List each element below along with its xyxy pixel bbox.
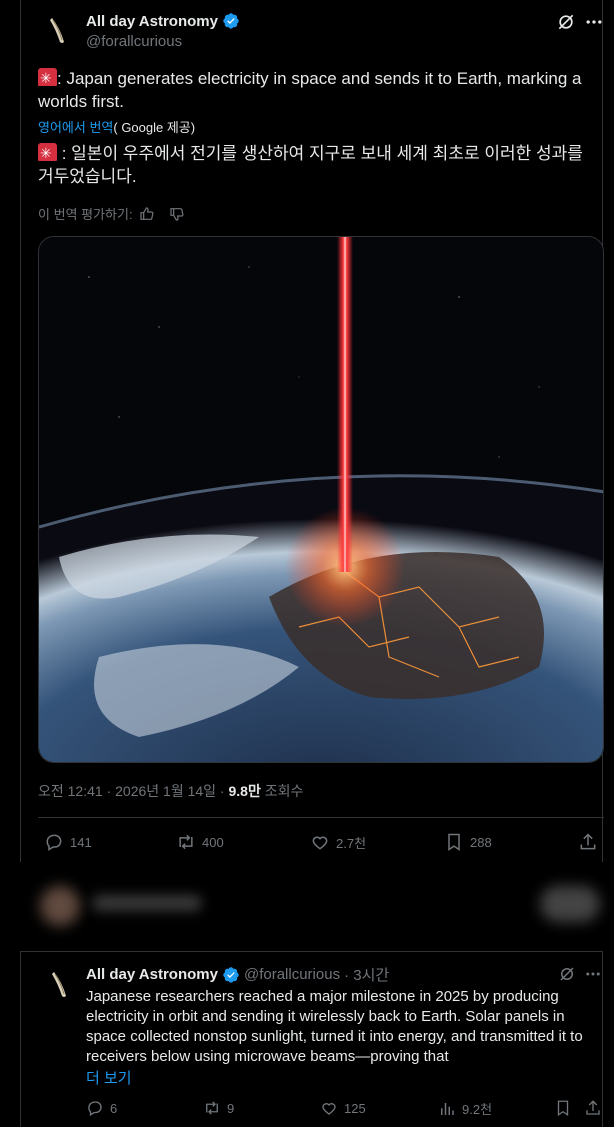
reply-retweet-button[interactable]: 9	[203, 1099, 234, 1117]
share-icon	[586, 1100, 600, 1115]
more-icon[interactable]	[584, 12, 604, 32]
share-icon	[580, 833, 596, 850]
bookmark-icon	[557, 1100, 569, 1117]
translation-source: 영어에서 번역( Google 제공)	[38, 120, 196, 135]
reply-icon	[46, 834, 62, 851]
siren-icon	[38, 67, 57, 90]
reply-reply-button[interactable]: 6	[86, 1099, 117, 1117]
reply-avatar[interactable]	[40, 964, 80, 1004]
bookmark-button[interactable]: 288	[444, 832, 492, 852]
rate-translation: 이 번역 평가하기:	[38, 204, 185, 223]
view-count: 9.8만	[228, 783, 261, 799]
like-icon	[322, 1103, 336, 1115]
translated-from-link[interactable]: 영어에서 번역	[38, 120, 113, 135]
reply-text: Japanese researchers reached a major mil…	[86, 988, 583, 1065]
reply-time[interactable]: · 3시간	[344, 964, 389, 985]
retweet-button[interactable]: 400	[176, 832, 224, 852]
tweet-image[interactable]	[38, 236, 604, 763]
reply-views-button[interactable]: 9.2천	[438, 1099, 492, 1118]
author-row: All day Astronomy	[86, 12, 240, 30]
retweet-icon	[179, 834, 193, 850]
views-icon	[441, 1102, 454, 1115]
reply-button[interactable]: 141	[44, 832, 92, 852]
verified-icon	[223, 966, 239, 983]
tweet-meta: 오전 12:41 · 2026년 1월 14일 · 9.8만 조회수	[38, 783, 304, 799]
thumbs-down-icon[interactable]	[169, 206, 185, 222]
show-more-link[interactable]: 더 보기	[86, 1067, 132, 1088]
reply-share-button[interactable]	[584, 1099, 602, 1117]
retweet-icon	[206, 1101, 218, 1115]
own-avatar	[40, 886, 80, 926]
reply-author-handle[interactable]: @forallcurious	[244, 966, 340, 983]
siren-icon	[38, 142, 57, 165]
tweet-text: : Japan generates electricity in space a…	[38, 67, 600, 113]
reply-submit-button[interactable]	[540, 886, 600, 922]
more-icon[interactable]	[584, 965, 602, 983]
thumbs-up-icon[interactable]	[139, 206, 155, 222]
bookmark-icon	[448, 833, 460, 851]
reply-author-row: All day Astronomy @forallcurious · 3시간	[86, 964, 389, 985]
verified-icon	[223, 13, 239, 29]
translated-text: : 일본이 우주에서 전기를 생산하여 지구로 보내 세계 최초로 이러한 성과…	[38, 142, 600, 188]
reply-author-name[interactable]: All day Astronomy	[86, 966, 218, 983]
grok-icon[interactable]	[558, 965, 576, 983]
avatar[interactable]	[38, 10, 78, 50]
author-name[interactable]: All day Astronomy	[86, 13, 218, 30]
reply-like-button[interactable]: 125	[320, 1099, 366, 1117]
reply-icon	[88, 1101, 102, 1116]
like-icon	[312, 836, 328, 850]
share-button[interactable]	[578, 832, 598, 852]
reply-bookmark-button[interactable]	[554, 1099, 572, 1117]
grok-icon[interactable]	[556, 12, 576, 32]
author-handle[interactable]: @forallcurious	[86, 33, 182, 50]
like-button[interactable]: 2.7천	[310, 832, 366, 852]
reply-placeholder	[92, 895, 202, 911]
